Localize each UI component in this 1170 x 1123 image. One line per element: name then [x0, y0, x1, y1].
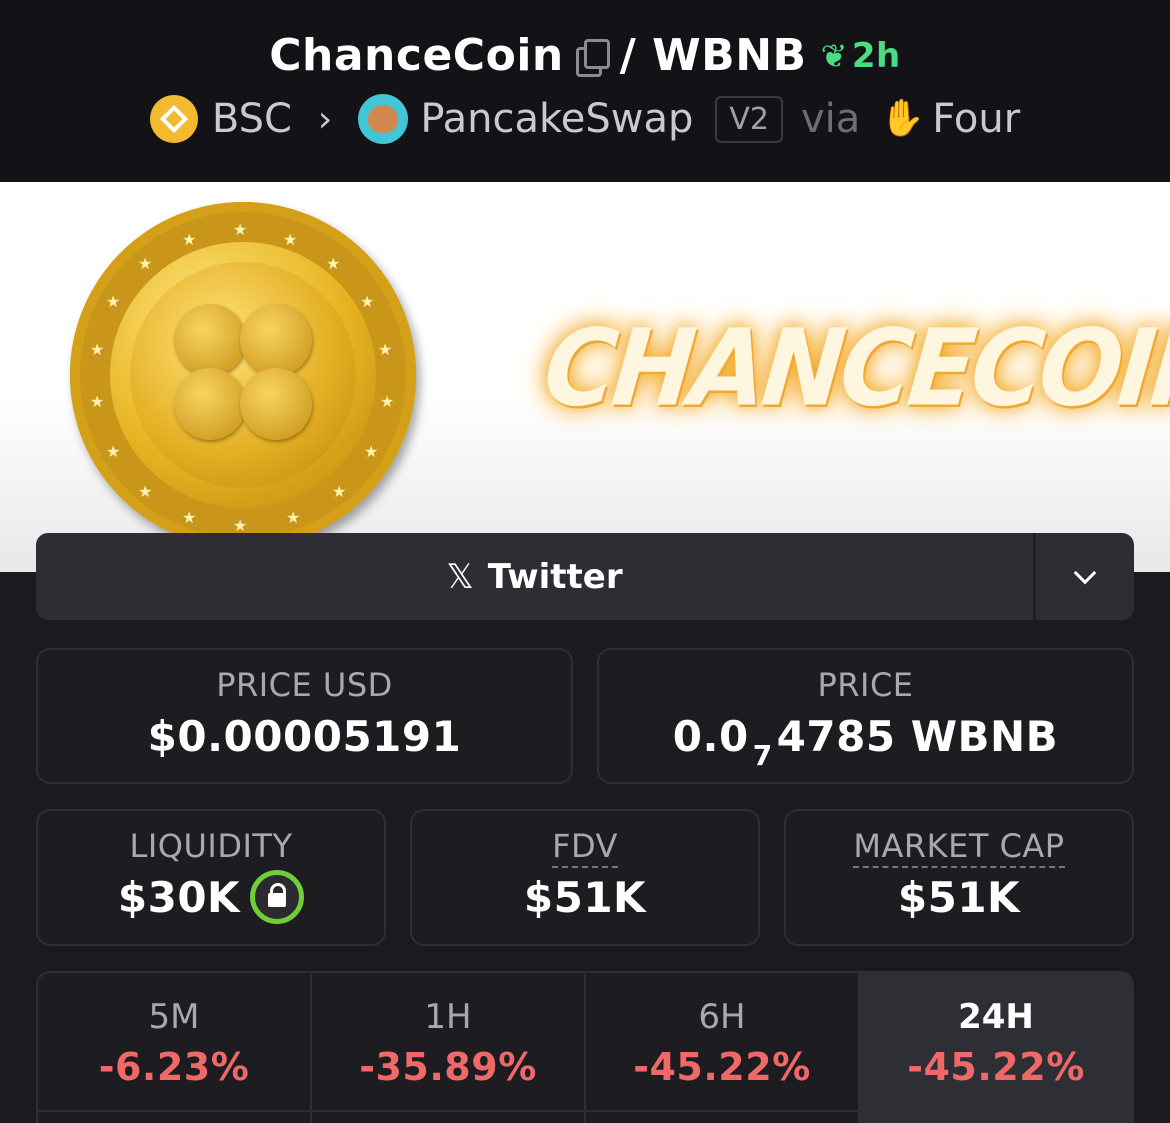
banner-brand-text: CHANCECOIN: [539, 307, 1170, 431]
market-cap-card: MARKET CAP $51K: [784, 809, 1134, 946]
timeframe-tabs: 5M -6.23% 1H -35.89% 6H -45.22% 24H -45.…: [36, 971, 1134, 1123]
four-hand-icon: ✋: [880, 98, 926, 139]
liquidity-value-row: $30K: [38, 869, 384, 928]
price-change: -6.23%: [98, 1045, 250, 1089]
price-native-label: PRICE: [817, 666, 914, 704]
bsc-logo-icon: [149, 95, 198, 143]
price-usd-card: PRICE USD $0.00005191: [36, 648, 573, 784]
social-dropdown-button[interactable]: [1036, 533, 1134, 620]
price-native-digits: 4785 WBNB: [776, 712, 1059, 761]
chevron-right-icon: ›: [317, 98, 333, 140]
tab-6h[interactable]: 6H -45.22%: [586, 973, 860, 1123]
sprout-icon: ❦: [820, 36, 848, 75]
fdv-label[interactable]: FDV: [552, 827, 618, 868]
twitter-button[interactable]: 𝕏 Twitter: [36, 533, 1033, 620]
lock-icon[interactable]: [250, 869, 305, 924]
quote-token-name: / WBNB: [619, 30, 807, 81]
tab-label: 1H: [424, 997, 472, 1037]
liquidity-card: LIQUIDITY $30K: [36, 809, 386, 946]
market-cap-value: $51K: [897, 873, 1021, 922]
price-native-value: 0.0 74785 WBNB: [599, 712, 1132, 772]
coin-logo: ★ ★ ★ ★ ★ ★ ★ ★ ★ ★ ★ ★ ★ ★ ★ ★ ★ ★: [70, 202, 416, 548]
market-cap-label-wrap: MARKET CAP: [786, 827, 1132, 868]
fdv-label-wrap: FDV: [412, 827, 758, 868]
price-usd-value: $0.00005191: [147, 712, 462, 761]
market-cap-label[interactable]: MARKET CAP: [853, 827, 1065, 868]
social-links-bar: 𝕏 Twitter: [36, 533, 1134, 620]
chain-link[interactable]: BSC: [212, 96, 292, 142]
price-change: -45.22%: [633, 1045, 811, 1089]
pair-age: ❦ 2h: [821, 36, 901, 76]
copy-icon[interactable]: [575, 38, 610, 77]
liquidity-value: $30K: [117, 873, 241, 922]
pair-title-row: ChanceCoin / WBNB ❦ 2h: [0, 30, 1170, 81]
fdv-value: $51K: [523, 873, 647, 922]
tab-label: 6H: [698, 997, 746, 1037]
chevron-down-icon: [1073, 561, 1097, 584]
tab-5m[interactable]: 5M -6.23%: [38, 973, 312, 1123]
price-change: -35.89%: [359, 1045, 537, 1089]
price-native-prefix: 0.0: [672, 712, 749, 761]
dex-version-badge: V2: [715, 95, 783, 143]
pancakeswap-logo-icon: [358, 94, 409, 144]
dex-link[interactable]: PancakeSwap: [420, 96, 693, 142]
price-usd-label: PRICE USD: [216, 666, 393, 704]
route-breadcrumb: BSC › PancakeSwap V2 via ✋ Four: [0, 94, 1170, 144]
fdv-card: FDV $51K: [410, 809, 760, 946]
price-native-card: PRICE 0.0 74785 WBNB: [597, 648, 1134, 784]
coin-face: [130, 262, 356, 488]
price-native-zero-count: 7: [752, 739, 773, 772]
token-banner-image: ★ ★ ★ ★ ★ ★ ★ ★ ★ ★ ★ ★ ★ ★ ★ ★ ★ ★ CHAN…: [0, 182, 1170, 572]
twitter-label: Twitter: [487, 556, 623, 597]
x-logo-icon: 𝕏: [446, 556, 474, 597]
clover-icon: [164, 296, 322, 454]
tab-label: 24H: [958, 997, 1034, 1037]
via-label: via: [800, 96, 861, 142]
base-token-name: ChanceCoin: [269, 30, 564, 81]
tab-1h[interactable]: 1H -35.89%: [312, 973, 586, 1123]
pair-age-value: 2h: [851, 35, 901, 76]
tab-label: 5M: [148, 997, 200, 1037]
price-change: -45.22%: [907, 1045, 1085, 1089]
liquidity-label: LIQUIDITY: [129, 827, 293, 865]
divider: [36, 1110, 1134, 1112]
tab-24h[interactable]: 24H -45.22%: [860, 973, 1132, 1123]
pair-header: ChanceCoin / WBNB ❦ 2h BSC › PancakeSwap…: [0, 0, 1170, 182]
launchpad-link[interactable]: Four: [932, 96, 1020, 142]
